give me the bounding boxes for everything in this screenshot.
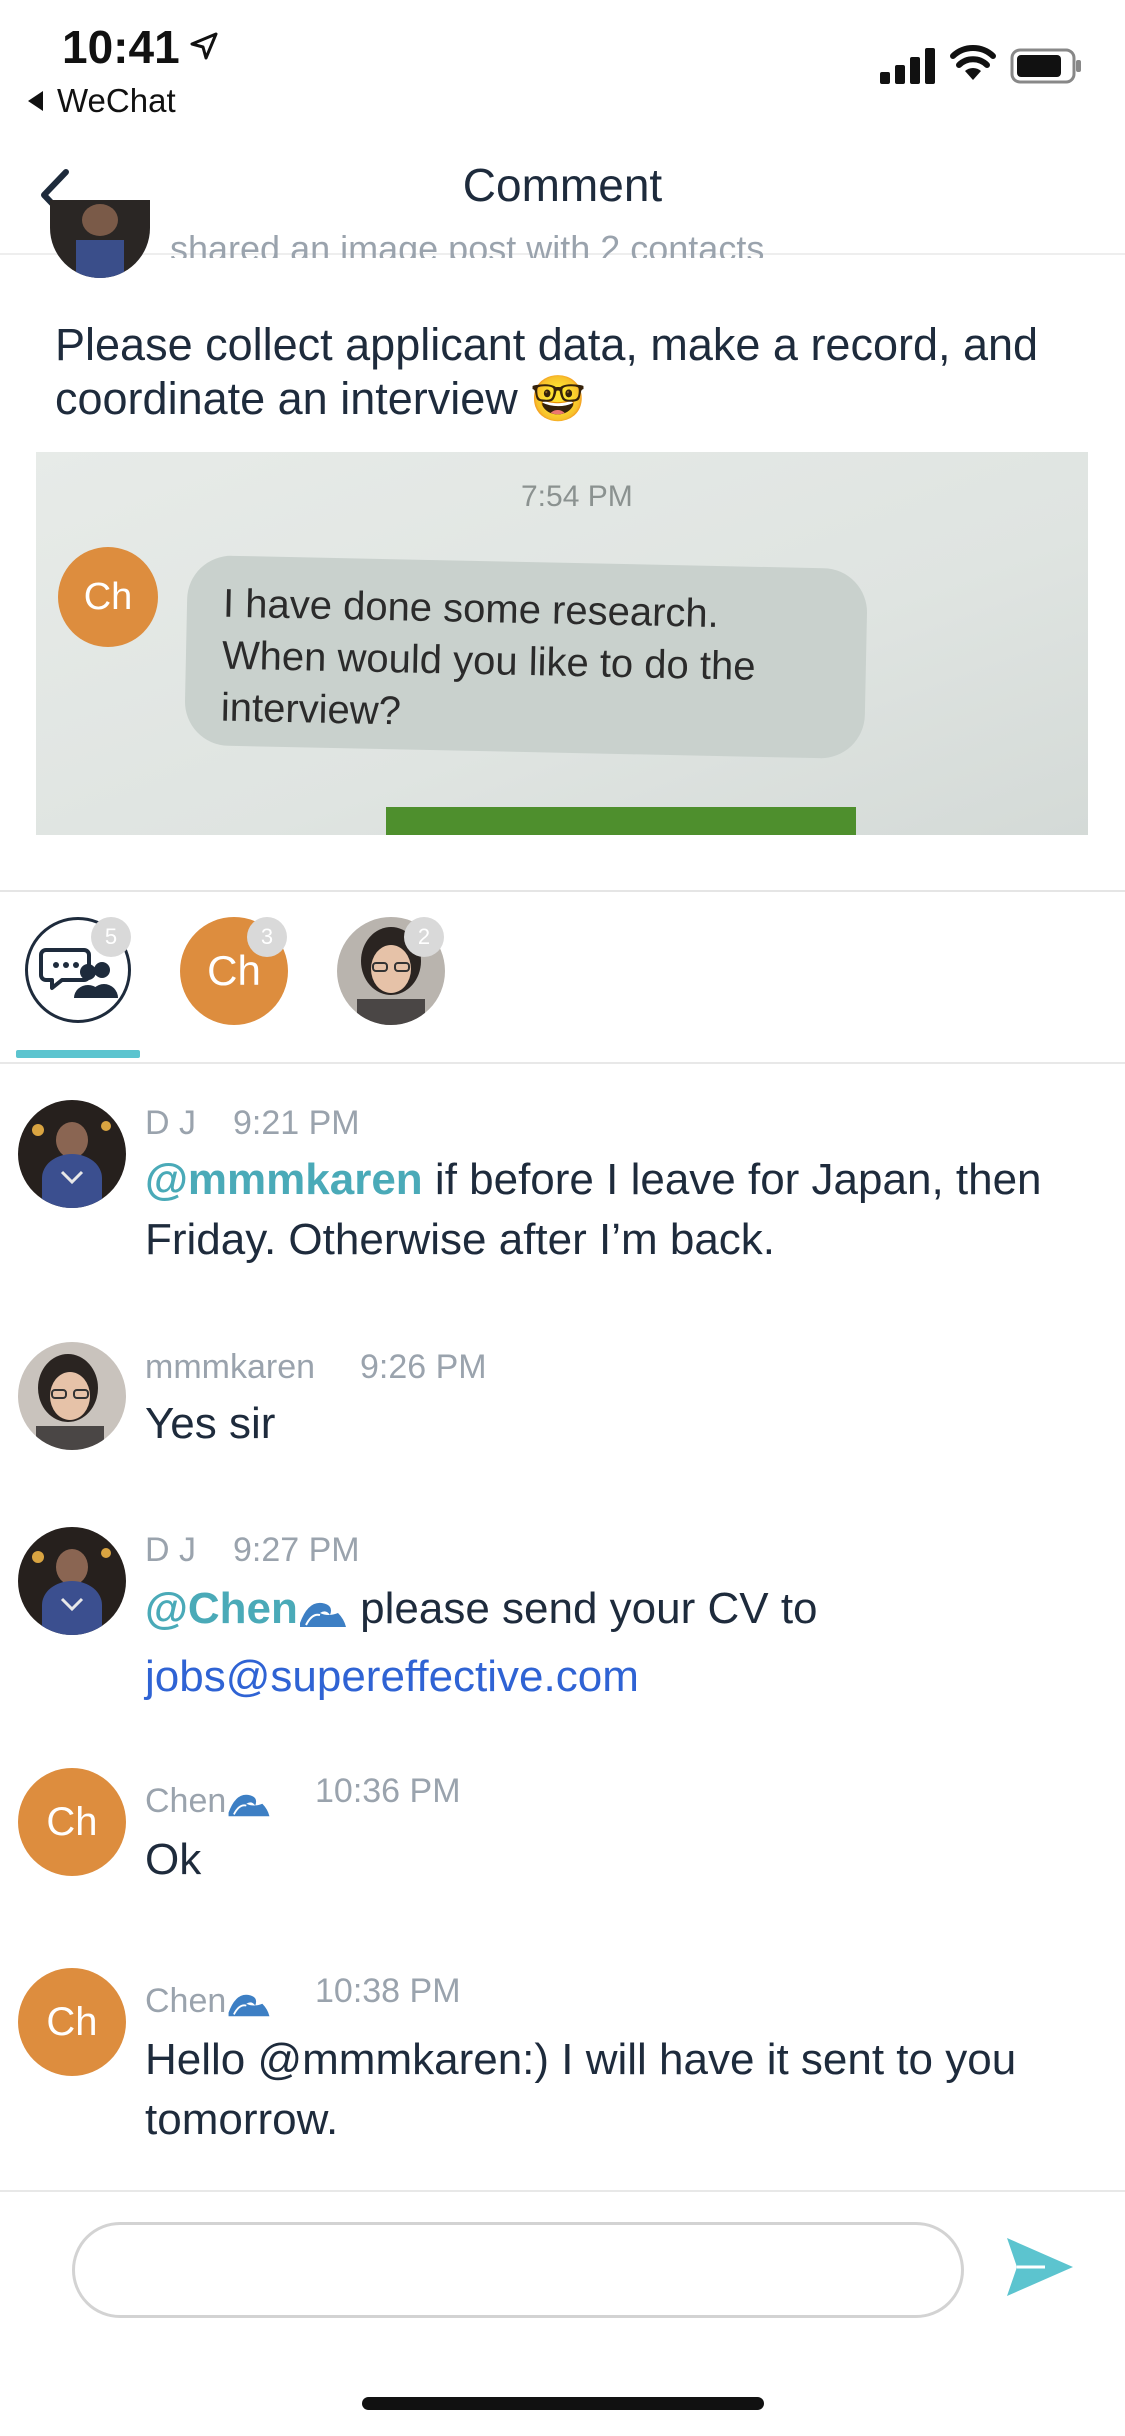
post-author-avatar[interactable] (50, 200, 150, 278)
comment-text: Hello @mmmkaren:) I will have it sent to… (145, 2035, 1017, 2144)
divider (0, 2190, 1125, 2192)
cellular-signal-icon (880, 48, 935, 84)
comment-time: 10:36 PM (315, 1772, 461, 1810)
avatar-photo-icon (50, 200, 150, 278)
comment-text: @mmmkaren if before I leave for Japan, t… (145, 1150, 1105, 1270)
post-image[interactable]: 7:54 PM Ch I have done some research. Wh… (36, 452, 1088, 835)
status-time: 10:41 (62, 21, 180, 73)
comment-author: Chen (145, 1982, 272, 2021)
email-link[interactable]: jobs@supereffective.com (145, 1652, 639, 1701)
karen-avatar-icon (18, 1342, 126, 1450)
comment-text: @Chen please send your CV to jobs@supere… (145, 1575, 1105, 1711)
page-title: Comment (462, 159, 663, 211)
back-to-app-link[interactable]: WeChat (28, 82, 176, 120)
comment-time: 9:26 PM (360, 1348, 487, 1386)
wifi-icon (950, 45, 996, 80)
dj-avatar-icon (18, 1527, 126, 1635)
wave-emoji-icon (299, 1602, 346, 1627)
wave-emoji-icon (228, 1994, 270, 2017)
comment-author: D J (145, 1104, 196, 1142)
post-text: Please collect applicant data, make a re… (55, 319, 1039, 424)
divider (0, 890, 1125, 892)
post-share-subtitle: shared an image post with 2 contacts (170, 228, 765, 258)
comment-author: D J (145, 1531, 196, 1569)
mention-link[interactable]: @Chen (145, 1584, 298, 1633)
tab-chen-badge: 3 (247, 917, 287, 957)
battery-icon (1010, 48, 1081, 84)
divider (0, 1062, 1125, 1064)
comment-time: 10:38 PM (315, 1972, 461, 2010)
image-chen-avatar: Ch (58, 547, 158, 647)
status-bar: 10:41 WeChat (0, 0, 1125, 130)
active-tab-indicator (16, 1050, 140, 1058)
comment-author: mmmkaren (145, 1348, 316, 1386)
comment-body: please send your CV to (347, 1584, 818, 1633)
comment-time: 9:21 PM (233, 1104, 360, 1142)
back-triangle-icon (28, 91, 43, 111)
dj-avatar[interactable] (18, 1527, 126, 1635)
mmmkaren-avatar[interactable] (18, 1342, 126, 1450)
comment-text: Yes sir (145, 1399, 276, 1448)
image-green-card (386, 807, 856, 835)
send-icon[interactable] (1005, 2236, 1075, 2298)
back-app-label: WeChat (57, 82, 176, 119)
dj-avatar[interactable] (18, 1100, 126, 1208)
comment-time: 9:27 PM (233, 1531, 360, 1569)
home-indicator (362, 2397, 764, 2410)
location-arrow-icon (190, 32, 218, 60)
comment-author: Chen (145, 1782, 272, 1821)
comment-input[interactable] (72, 2222, 964, 2318)
wave-emoji-icon (228, 1794, 270, 1817)
tab-mmmkaren-badge: 2 (404, 917, 444, 957)
tab-all-badge: 5 (91, 917, 131, 957)
image-message-bubble: I have done some research. When would yo… (184, 554, 868, 760)
chen-avatar[interactable]: Ch (18, 1968, 126, 2076)
image-message-time: 7:54 PM (521, 480, 633, 513)
mention-link[interactable]: @mmmkaren (145, 1155, 423, 1204)
chen-avatar[interactable]: Ch (18, 1768, 126, 1876)
dj-avatar-icon (18, 1100, 126, 1208)
comment-text: Ok (145, 1835, 202, 1884)
